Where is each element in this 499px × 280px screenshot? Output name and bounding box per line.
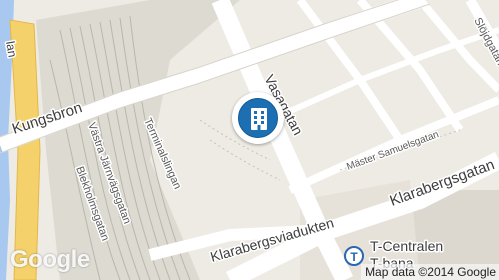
location-marker-fill — [238, 98, 278, 138]
map-viewport[interactable]: Kungsbron Vasagatan Västra Järnvägsgatan… — [0, 0, 499, 280]
building-icon — [251, 108, 267, 130]
street-label-fragment: lan — [3, 40, 20, 58]
transit-station-name: T-Centralen — [370, 238, 443, 254]
location-marker[interactable] — [232, 92, 284, 144]
google-logo[interactable]: Google — [10, 246, 90, 274]
map-attribution: Map data ©2014 Google — [361, 264, 499, 280]
metro-t-letter: T — [350, 250, 358, 264]
